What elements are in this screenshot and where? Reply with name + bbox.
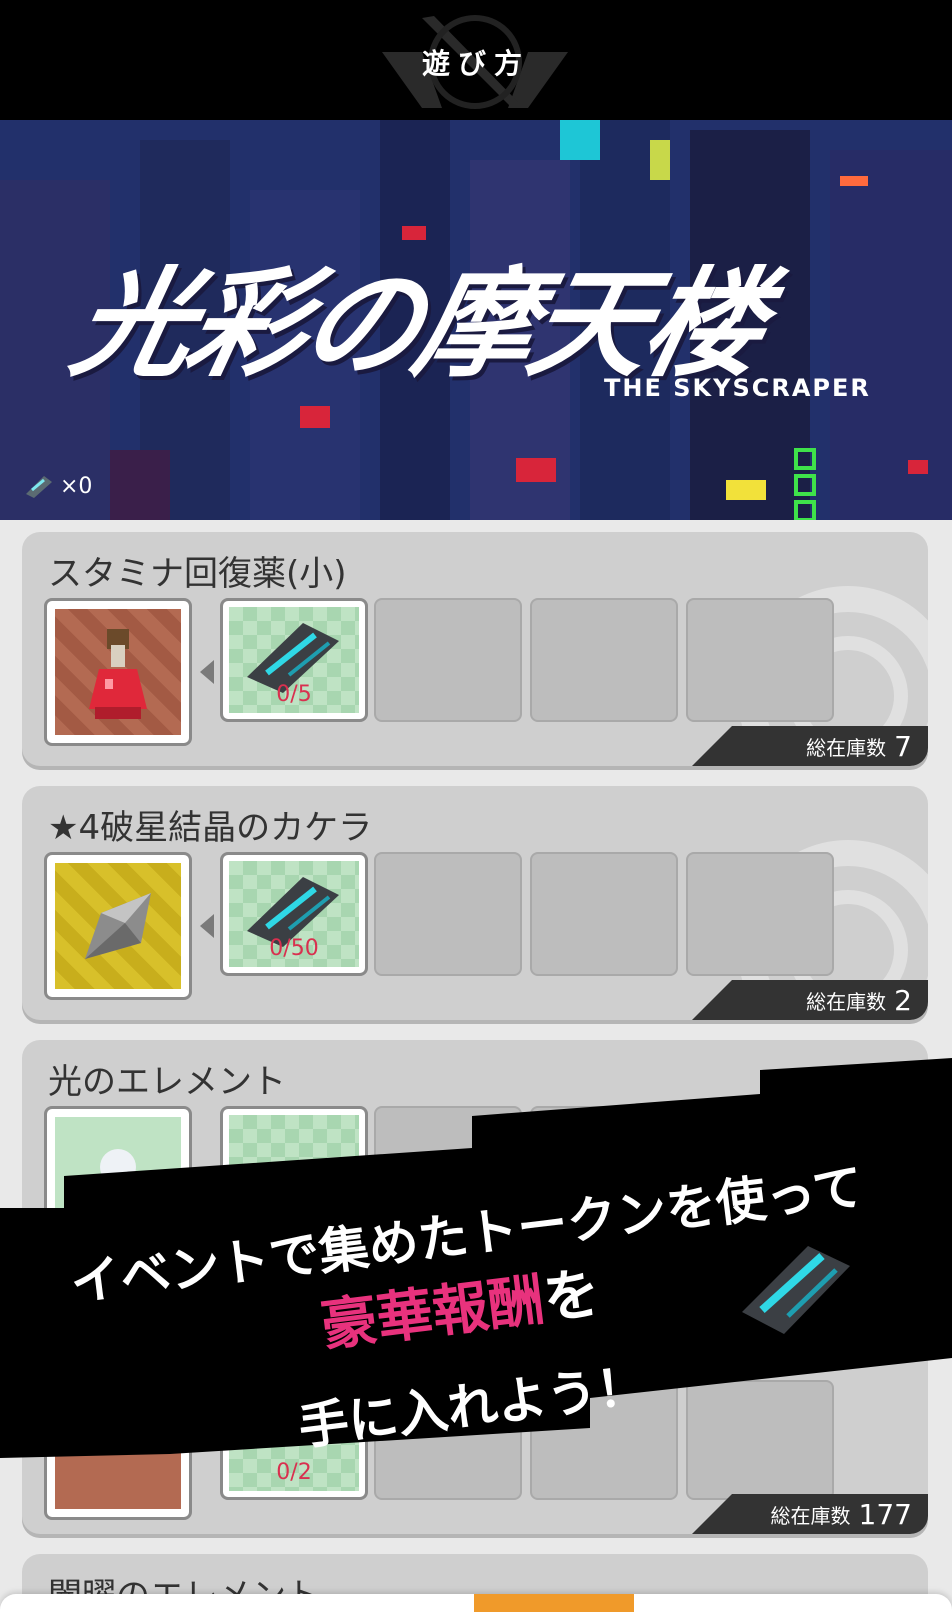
token-icon — [742, 1246, 850, 1334]
chevron-left-icon — [200, 914, 214, 938]
exchange-progress: 0/2 — [276, 1460, 312, 1485]
empty-slot — [374, 598, 522, 722]
item-name: スタミナ回復薬(小) — [48, 554, 347, 594]
token-icon — [247, 623, 339, 693]
stock-value: 2 — [894, 983, 912, 1017]
stock-label: 総在庫数 — [806, 735, 887, 760]
item-name: ★4破星結晶のカケラ — [48, 808, 373, 848]
stock-value: 177 — [858, 1497, 912, 1531]
token-icon — [247, 877, 339, 947]
token-count: ×0 — [22, 472, 92, 500]
empty-slot — [530, 598, 678, 722]
promo-line-2-rest: を — [539, 1260, 604, 1333]
stock-badge: 総在庫数 2 — [692, 980, 928, 1020]
exchange-progress: 0/50 — [269, 936, 319, 961]
empty-slot — [686, 598, 834, 722]
page-title: 遊び方 — [421, 47, 530, 80]
stock-badge: 総在庫数 7 — [692, 726, 928, 766]
token-icon — [26, 476, 52, 498]
token-slot[interactable]: 0/5 — [220, 598, 368, 722]
empty-slot — [530, 852, 678, 976]
bottom-tab-bar[interactable] — [0, 1594, 952, 1612]
event-banner: 光彩の摩天楼 THE SKYSCRAPER ×0 — [0, 120, 952, 520]
exchange-item-card[interactable]: スタミナ回復薬(小) 0/5 総在庫数 7 — [22, 532, 928, 766]
event-logo-en: THE SKYSCRAPER — [604, 374, 871, 402]
stock-badge: 総在庫数 177 — [692, 1494, 928, 1534]
stock-label: 総在庫数 — [770, 1503, 851, 1528]
empty-slot — [374, 852, 522, 976]
stock-value: 7 — [894, 729, 912, 763]
tab-active[interactable] — [474, 1594, 634, 1612]
exchange-progress: 0/5 — [276, 682, 312, 707]
crystal-shard-icon — [85, 893, 151, 959]
exchange-item-card[interactable]: ★4破星結晶のカケラ 0/50 総在庫数 2 — [22, 786, 928, 1020]
stock-label: 総在庫数 — [806, 989, 887, 1014]
empty-slot — [686, 852, 834, 976]
reward-slot[interactable] — [44, 598, 192, 746]
token-count-value: ×0 — [60, 473, 93, 499]
token-slot[interactable]: 0/50 — [220, 852, 368, 976]
chevron-left-icon — [200, 660, 214, 684]
red-potion-icon — [89, 629, 147, 719]
reward-slot[interactable] — [44, 852, 192, 1000]
header-bar: 遊び方 — [0, 0, 952, 120]
